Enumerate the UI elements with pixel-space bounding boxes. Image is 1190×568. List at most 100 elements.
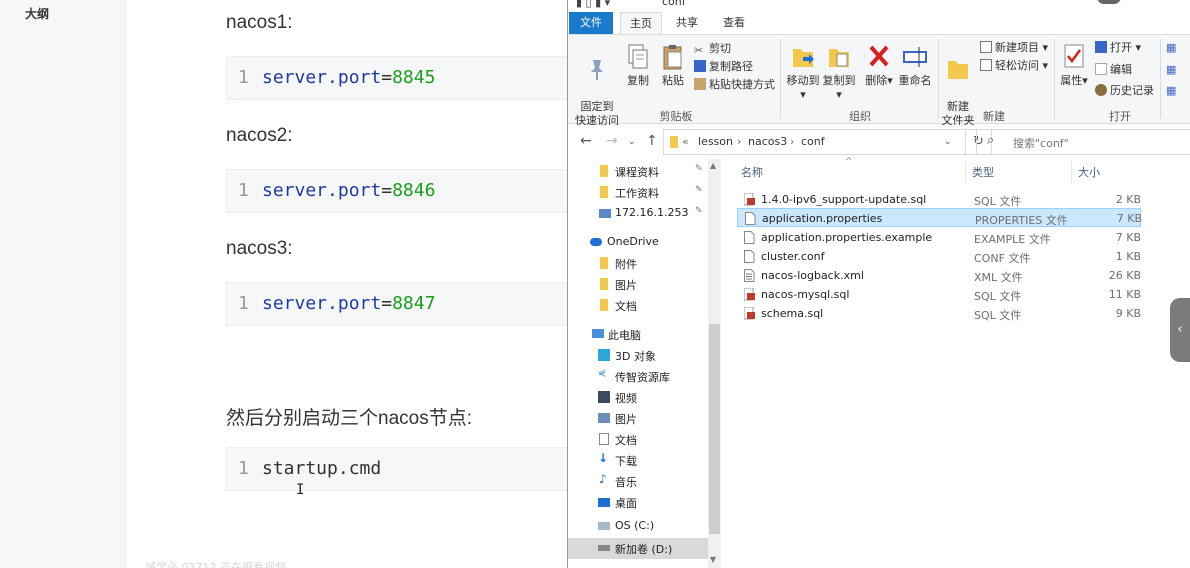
paste-shortcut-button[interactable]: 粘贴快捷方式 (694, 76, 775, 94)
back-arrow-icon[interactable]: ← (580, 133, 592, 149)
select-all-button[interactable]: ▦ (1166, 39, 1176, 57)
pin-quick-access-button[interactable]: 固定到 快速访问 (572, 43, 622, 128)
recent-locations-chevron-icon[interactable]: ⌄ (628, 137, 636, 147)
line-number: 1 (238, 293, 249, 314)
edit-button[interactable]: 编辑 (1095, 61, 1132, 79)
address-dropdown-chevron-icon[interactable]: ⌄ (944, 137, 952, 147)
nav-item-pictures[interactable]: 图片 (568, 408, 708, 429)
file-row[interactable]: nacos-logback.xml XML 文件 26 KB (737, 266, 1141, 285)
file-row[interactable]: cluster.conf CONF 文件 1 KB (737, 247, 1141, 266)
file-row[interactable]: application.properties.example EXAMPLE 文件… (737, 228, 1141, 247)
open-icon (1095, 41, 1107, 53)
nav-item-onedrive-pictures[interactable]: 图片 (568, 274, 708, 295)
file-icon (745, 212, 756, 225)
video-icon (598, 391, 610, 403)
nav-item-drive-d[interactable]: 新加卷 (D:) (568, 538, 708, 559)
code-line[interactable]: server.port=8847 (262, 293, 435, 314)
breadcrumb-lesson[interactable]: lesson (698, 135, 733, 148)
folder-icon (600, 165, 608, 177)
title-bar[interactable]: ▮ ▯ ▮ ▾ conf (568, 0, 1190, 11)
paste-button[interactable]: 粘贴 (658, 43, 688, 88)
code-block[interactable]: 1 server.port=8847 (226, 282, 567, 326)
outline-pane: 大纲 (0, 0, 126, 568)
open-button[interactable]: 打开 ▾ (1095, 39, 1141, 57)
line-number: 1 (238, 67, 249, 88)
scroll-down-icon[interactable]: ▼ (710, 555, 716, 564)
nav-item-this-pc[interactable]: 此电脑 (568, 324, 708, 345)
nav-item-videos[interactable]: 视频 (568, 387, 708, 408)
scroll-up-icon[interactable]: ▲ (710, 161, 716, 170)
file-row[interactable]: nacos-mysql.sql SQL 文件 11 KB (737, 285, 1141, 304)
invert-selection-button[interactable]: ▦ (1166, 82, 1176, 100)
side-panel-toggle[interactable]: ‹ (1170, 298, 1190, 362)
easy-access-button[interactable]: 轻松访问 ▾ (980, 57, 1048, 75)
code-block[interactable]: 1 server.port=8846 (226, 169, 567, 213)
quick-access-toolbar[interactable]: ▮ ▯ ▮ ▾ (576, 0, 610, 9)
code-line[interactable]: server.port=8845 (262, 67, 435, 88)
window-control-button[interactable] (1097, 0, 1121, 4)
scrollbar-thumb[interactable] (709, 324, 720, 534)
nav-item-desktop[interactable]: 桌面 (568, 492, 708, 513)
group-open-label: 打开 (1109, 110, 1131, 123)
folder-icon (600, 278, 608, 290)
nav-item-3d-objects[interactable]: 3D 对象 (568, 345, 708, 366)
code-block[interactable]: 1 server.port=8845 (226, 56, 567, 100)
breadcrumb-nacos3[interactable]: nacos3 (748, 135, 787, 148)
properties-button[interactable]: 属性▾ (1059, 43, 1089, 88)
copy-button[interactable]: 复制 (623, 43, 653, 88)
tab-share[interactable]: 共享 (666, 12, 708, 34)
address-input[interactable]: « lesson › nacos3 › conf ⌄ (663, 129, 966, 155)
properties-icon (1064, 44, 1084, 68)
nav-scrollbar[interactable]: ▲ ▼ (708, 159, 721, 568)
copy-to-icon (829, 49, 849, 67)
up-arrow-icon[interactable]: ↑ (646, 133, 658, 149)
nav-item-documents[interactable]: 文档 (568, 429, 708, 450)
copy-to-button[interactable]: 复制到▾ (821, 43, 857, 102)
outline-title[interactable]: 大纲 (25, 5, 49, 22)
breadcrumb-conf[interactable]: conf (801, 135, 825, 148)
ribbon-tabs: 文件 主页 共享 查看 (568, 12, 1190, 35)
new-item-button[interactable]: 新建项目 ▾ (980, 39, 1048, 57)
copy-path-button[interactable]: 复制路径 (694, 58, 753, 76)
code-block[interactable]: 1 startup.cmd (226, 447, 567, 491)
column-header-name[interactable]: 名称 (741, 164, 763, 184)
column-header-size[interactable]: 大小 (1078, 164, 1100, 184)
nav-item-course-materials[interactable]: 课程资料 ✎ (568, 161, 708, 182)
nav-item-music[interactable]: ♪ 音乐 (568, 471, 708, 492)
nav-item-downloads[interactable]: ↓ 下载 (568, 450, 708, 471)
drive-icon (598, 545, 610, 551)
file-row[interactable]: 1.4.0-ipv6_support-update.sql SQL 文件 2 KB (737, 190, 1141, 209)
file-row-selected[interactable]: application.properties PROPERTIES 文件 7 KB (737, 208, 1142, 227)
nav-item-onedrive[interactable]: OneDrive (568, 232, 708, 253)
tab-file[interactable]: 文件 (569, 12, 613, 34)
download-icon: ↓ (598, 451, 609, 465)
select-none-button[interactable]: ▦ (1166, 61, 1176, 79)
forward-arrow-icon[interactable]: → (606, 133, 618, 149)
group-clipboard-label: 剪贴板 (659, 110, 693, 123)
history-button[interactable]: 历史记录 (1095, 82, 1154, 100)
cut-button[interactable]: ✂ 剪切 (694, 40, 731, 58)
column-header-type[interactable]: 类型 (972, 164, 994, 184)
screen: 大纲 nacos1: 1 server.port=8845 nacos2: 1 … (0, 0, 1190, 568)
code-line[interactable]: startup.cmd (262, 458, 381, 479)
rename-button[interactable]: 重命名 (897, 43, 933, 88)
code-line[interactable]: server.port=8846 (262, 180, 435, 201)
nav-item-onedrive-documents[interactable]: 文档 (568, 295, 708, 316)
search-input[interactable]: ⌕ 搜索"conf" (976, 129, 1190, 155)
line-number: 1 (238, 180, 249, 201)
delete-x-icon (869, 45, 889, 67)
tab-home[interactable]: 主页 (620, 12, 662, 35)
delete-button[interactable]: 删除▾ (864, 43, 894, 88)
nav-item-work-materials[interactable]: 工作资料 ✎ (568, 182, 708, 203)
nav-item-attachments[interactable]: 附件 (568, 253, 708, 274)
pin-icon: ✎ (695, 164, 703, 174)
nav-item-resource-library[interactable]: ⋞ 传智资源库 (568, 366, 708, 387)
cube-icon (598, 349, 610, 361)
move-to-button[interactable]: 移动到▾ (785, 43, 821, 102)
nav-item-drive-c[interactable]: OS (C:) (568, 516, 708, 537)
footer-text: 城学必 03712 正在观看视频 (145, 561, 286, 568)
tab-view[interactable]: 查看 (713, 12, 755, 34)
new-item-icon (980, 41, 992, 53)
nav-item-network-drive[interactable]: 172.16.1.253 ✎ (568, 203, 708, 224)
file-row[interactable]: schema.sql SQL 文件 9 KB (737, 304, 1141, 323)
